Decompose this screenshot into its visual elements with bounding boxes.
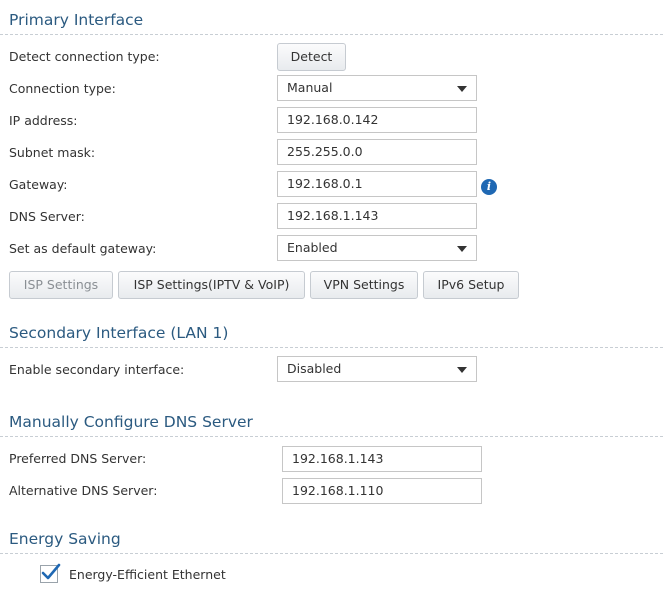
preferred-dns-input[interactable]: 192.168.1.143 [282,446,482,472]
gateway-input[interactable]: 192.168.0.1 [277,171,477,197]
dns-server-label: DNS Server: [9,209,85,224]
connection-type-value: Manual [287,80,333,95]
energy-efficient-ethernet-checkbox[interactable] [40,563,61,583]
section-title-secondary-interface: Secondary Interface (LAN 1) [9,324,229,342]
vpn-settings-button[interactable]: VPN Settings [310,271,418,299]
section-divider [0,347,663,348]
ipv6-setup-button[interactable]: IPv6 Setup [423,271,519,299]
connection-type-label: Connection type: [9,81,116,96]
enable-secondary-select[interactable]: Disabled [277,356,477,382]
section-divider [0,34,663,35]
dns-server-input[interactable]: 192.168.1.143 [277,203,477,229]
detect-connection-label: Detect connection type: [9,49,160,64]
detect-button[interactable]: Detect [277,43,346,71]
chevron-down-icon [457,246,467,252]
energy-efficient-ethernet-label: Energy-Efficient Ethernet [69,567,226,582]
isp-settings-button[interactable]: ISP Settings [9,271,113,299]
preferred-dns-label: Preferred DNS Server: [9,451,147,466]
default-gateway-select[interactable]: Enabled [277,235,477,261]
section-divider [0,436,663,437]
gateway-label: Gateway: [9,177,68,192]
info-icon[interactable]: i [481,179,497,195]
alternative-dns-input[interactable]: 192.168.1.110 [282,478,482,504]
subnet-mask-label: Subnet mask: [9,145,96,160]
section-title-manual-dns: Manually Configure DNS Server [9,413,253,431]
isp-settings-iptv-voip-button[interactable]: ISP Settings(IPTV & VoIP) [118,271,305,299]
checkmark-icon [41,563,61,580]
section-title-energy-saving: Energy Saving [9,530,121,548]
ip-address-input[interactable]: 192.168.0.142 [277,107,477,133]
chevron-down-icon [457,86,467,92]
subnet-mask-input[interactable]: 255.255.0.0 [277,139,477,165]
section-divider [0,553,663,554]
ip-address-label: IP address: [9,113,78,128]
section-title-primary-interface: Primary Interface [9,11,144,29]
enable-secondary-value: Disabled [287,361,342,376]
default-gateway-value: Enabled [287,240,338,255]
enable-secondary-label: Enable secondary interface: [9,362,185,377]
connection-type-select[interactable]: Manual [277,75,477,101]
default-gateway-label: Set as default gateway: [9,241,157,256]
alternative-dns-label: Alternative DNS Server: [9,483,158,498]
chevron-down-icon [457,367,467,373]
